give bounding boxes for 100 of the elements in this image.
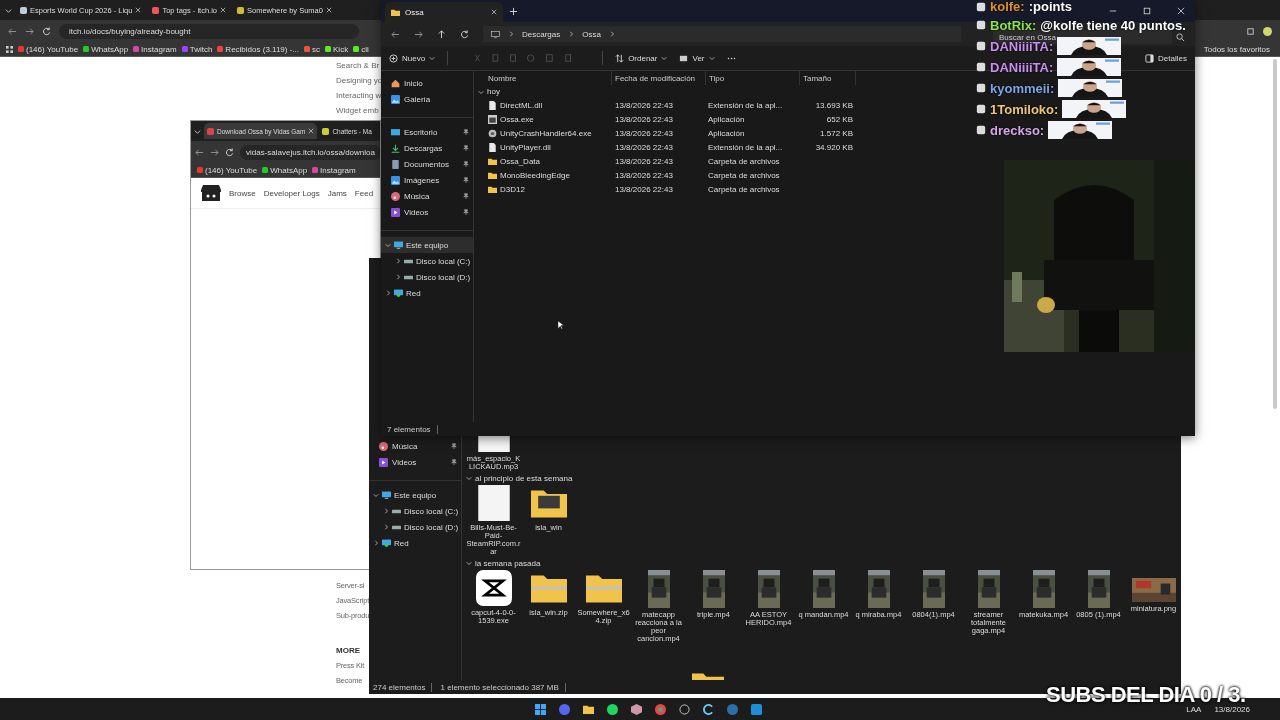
- game-launcher-icon[interactable]: [727, 703, 738, 715]
- app-icon[interactable]: [703, 703, 714, 715]
- back-icon[interactable]: [391, 29, 400, 39]
- reload-icon[interactable]: [42, 26, 51, 36]
- logo-icon[interactable]: [201, 184, 221, 202]
- sidebar-item[interactable]: Videos: [369, 454, 461, 470]
- breadcrumb-bar[interactable]: Descargas Ossa: [483, 26, 961, 42]
- doc-link[interactable]: Interacting w: [336, 91, 383, 100]
- sidebar-item[interactable]: Música: [369, 438, 461, 454]
- file-name[interactable]: DirectML.dll: [500, 100, 543, 110]
- address-bar[interactable]: vidas-salavejus.itch.io/ossa/downloa: [240, 144, 380, 160]
- tree-item[interactable]: Disco local (D:): [381, 269, 473, 285]
- bookmark[interactable]: (146) YouTube: [197, 165, 258, 175]
- nav-link[interactable]: Jams: [327, 188, 347, 198]
- back-icon[interactable]: [195, 147, 204, 157]
- start-icon[interactable]: [535, 703, 546, 715]
- group-header[interactable]: hoy: [478, 86, 500, 97]
- bookmark[interactable]: cli: [353, 44, 369, 54]
- tree-item[interactable]: Disco local (D:): [369, 519, 461, 535]
- file-name[interactable]: Ossa_Data: [500, 156, 541, 166]
- new-button[interactable]: Nuevo: [389, 53, 436, 63]
- file-name[interactable]: UnityCrashHandler64.exe: [500, 128, 592, 138]
- folder-icon[interactable]: [583, 703, 594, 715]
- chat-app-icon[interactable]: [559, 703, 570, 715]
- file-name[interactable]: D3D12: [500, 184, 525, 194]
- clock-date[interactable]: 13/8/2026: [1214, 704, 1250, 714]
- tree-item[interactable]: Este equipo: [381, 237, 473, 253]
- bookmark[interactable]: Kick: [325, 44, 349, 54]
- address-bar[interactable]: itch.io/docs/buying/already-bought: [59, 23, 359, 39]
- reload-icon[interactable]: [225, 147, 234, 157]
- bookmark[interactable]: sc: [304, 44, 321, 54]
- browser-icon[interactable]: [655, 703, 666, 715]
- breadcrumb-item[interactable]: Descargas: [522, 29, 561, 39]
- file-name[interactable]: Ossa.exe: [500, 114, 534, 124]
- forward-icon[interactable]: [25, 26, 34, 36]
- maximize-icon[interactable]: [1143, 7, 1151, 15]
- details-button[interactable]: Detalles: [1145, 53, 1187, 63]
- sidebar-item[interactable]: Videos: [381, 204, 473, 220]
- nav-link[interactable]: Developer Logs: [263, 188, 320, 198]
- sidebar-item[interactable]: Documentos: [381, 156, 473, 172]
- reload-icon[interactable]: [460, 29, 469, 39]
- music-app-icon[interactable]: [607, 703, 618, 715]
- sidebar-item[interactable]: Imágenes: [381, 172, 473, 188]
- nav-link[interactable]: Feed: [354, 188, 374, 198]
- bookmark[interactable]: Instagram: [312, 165, 356, 175]
- apps-icon[interactable]: [6, 45, 13, 53]
- sidebar-item[interactable]: Escritorio: [381, 124, 473, 140]
- close-icon[interactable]: [220, 7, 227, 13]
- tree-item[interactable]: Red: [369, 535, 461, 551]
- minimize-icon[interactable]: [1109, 7, 1117, 15]
- view-button[interactable]: Ver: [679, 53, 715, 63]
- nav-link[interactable]: Browse: [229, 188, 256, 198]
- tree-item[interactable]: Este equipo: [369, 487, 461, 503]
- bookmark[interactable]: (146) YouTube: [18, 44, 79, 54]
- gear-icon: [488, 128, 497, 138]
- close-icon[interactable]: [308, 128, 315, 134]
- column-header[interactable]: Nombre: [478, 71, 612, 85]
- forward-icon[interactable]: [210, 147, 219, 157]
- column-header[interactable]: Tipo: [706, 71, 800, 85]
- sidebar-item[interactable]: Descargas: [381, 140, 473, 156]
- forward-icon[interactable]: [414, 29, 423, 39]
- close-icon[interactable]: [135, 7, 142, 13]
- explorer-tab[interactable]: Ossa: [385, 2, 503, 22]
- group-header[interactable]: al principio de esta semana: [466, 472, 573, 484]
- avatar-icon[interactable]: [1263, 26, 1272, 36]
- cube-icon[interactable]: [631, 703, 642, 715]
- app-icon[interactable]: [751, 703, 762, 715]
- file-name[interactable]: MonoBleedingEdge: [500, 170, 570, 180]
- doc-link[interactable]: Widget emb: [336, 106, 383, 115]
- tree-item[interactable]: Red: [381, 285, 473, 301]
- bookmark[interactable]: Twitch: [181, 44, 213, 54]
- extensions-icon[interactable]: [1246, 26, 1255, 36]
- all-bookmarks[interactable]: Todos los favoritos: [1203, 44, 1270, 54]
- tree-item[interactable]: Disco local (C:): [369, 503, 461, 519]
- new-tab-icon[interactable]: [509, 6, 518, 16]
- site-icon: [237, 6, 245, 14]
- column-header[interactable]: Tamaño: [800, 71, 856, 85]
- bookmark[interactable]: WhatsApp: [262, 165, 308, 175]
- sidebar-item[interactable]: Inicio: [381, 75, 473, 91]
- sort-button[interactable]: Ordenar: [615, 53, 668, 63]
- chevron-icon: [383, 508, 389, 514]
- column-header[interactable]: Fecha de modificación: [612, 71, 706, 85]
- scrollbar[interactable]: [1273, 59, 1277, 409]
- close-icon[interactable]: [1177, 7, 1185, 15]
- close-icon[interactable]: [491, 9, 497, 15]
- close-icon[interactable]: [325, 7, 332, 13]
- file-name[interactable]: UnityPlayer.dll: [500, 142, 551, 152]
- sidebar-item[interactable]: Música: [381, 188, 473, 204]
- doc-link[interactable]: Search & Br: [336, 61, 383, 70]
- sidebar-item[interactable]: Galería: [381, 91, 473, 107]
- bookmark[interactable]: Recibidos (3.119) -...: [217, 44, 300, 54]
- tree-item[interactable]: Disco local (C:): [381, 253, 473, 269]
- up-icon[interactable]: [437, 29, 446, 39]
- app-icon[interactable]: [679, 703, 690, 715]
- chevron-icon: [508, 31, 514, 37]
- group-header[interactable]: la semana pasada: [466, 557, 541, 569]
- breadcrumb-item[interactable]: Ossa: [582, 29, 601, 39]
- bookmark[interactable]: Instagram: [133, 44, 177, 54]
- back-icon[interactable]: [8, 26, 17, 36]
- bookmark[interactable]: WhatsApp: [83, 44, 129, 54]
